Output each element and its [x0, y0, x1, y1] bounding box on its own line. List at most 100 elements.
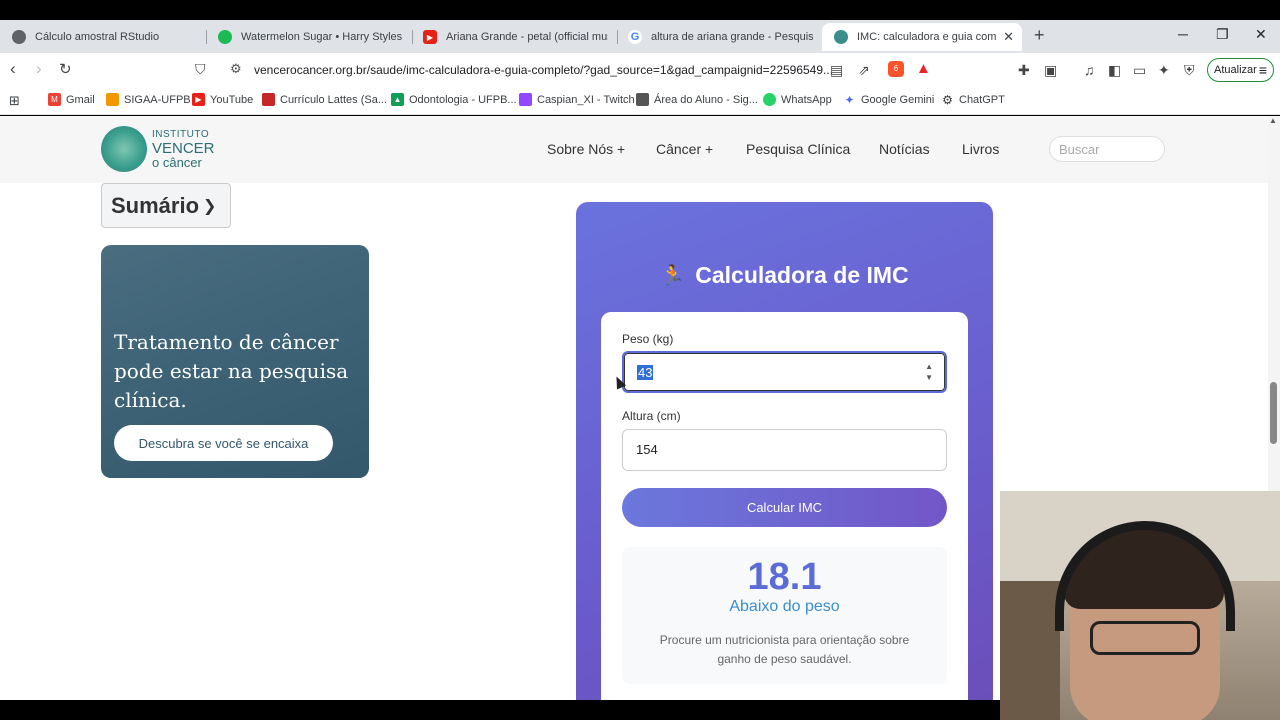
- chevron-down-icon: ❯: [203, 197, 217, 215]
- tab-youtube[interactable]: ▶ Ariana Grande - petal (official music: [411, 23, 616, 51]
- bookmark-area-aluno[interactable]: Área do Aluno - Sig...: [636, 93, 758, 106]
- logo-line-1: INSTITUTO: [152, 129, 210, 140]
- bmi-calculator: 🏃 Calculadora de IMC Peso (kg) 43 ▲ ▼ Alt…: [576, 202, 993, 700]
- webcam-overlay: [1000, 491, 1280, 720]
- bookmark-icon[interactable]: ⛉: [195, 61, 206, 78]
- nav-pesquisa-clinica[interactable]: Pesquisa Clínica: [746, 141, 850, 157]
- media-icon[interactable]: ♫: [1084, 62, 1095, 78]
- youtube-icon: ▶: [192, 93, 205, 106]
- promo-cta-button[interactable]: Descubra se você se encaixa: [114, 425, 333, 461]
- bookmark-chatgpt[interactable]: ⚙ ChatGPT: [941, 92, 1005, 107]
- restore-icon[interactable]: ❐: [1216, 26, 1229, 43]
- sidebar-icon[interactable]: ◧: [1108, 62, 1121, 79]
- webcam-shelf: [1000, 581, 1060, 720]
- brave-rewards-icon[interactable]: ▲: [916, 60, 931, 77]
- extensions-icon[interactable]: ✚: [1018, 62, 1030, 79]
- logo-line-2: VENCER: [152, 140, 215, 157]
- bmi-value: 18.1: [747, 556, 822, 598]
- nav-noticias[interactable]: Notícias: [879, 141, 930, 157]
- twitch-icon: [519, 93, 532, 106]
- spotify-icon: [218, 30, 232, 44]
- height-input[interactable]: 154: [622, 429, 947, 471]
- bmi-category: Abaixo do peso: [729, 598, 840, 615]
- bookmark-label: SIGAA-UFPB: [124, 93, 191, 106]
- brave-badge-count: 6: [893, 64, 899, 73]
- tab-title: Ariana Grande - petal (official music: [446, 31, 608, 43]
- sigaa-icon: [106, 93, 119, 106]
- share-icon[interactable]: ⇗: [858, 62, 870, 79]
- student-icon: [636, 93, 649, 106]
- vpn-icon[interactable]: ⛨: [1184, 62, 1195, 79]
- promo-headline: Tratamento de câncer pode estar na pesqu…: [114, 330, 349, 412]
- tab-title: Watermelon Sugar • Harry Styles: [241, 31, 403, 43]
- youtube-icon: ▶: [423, 30, 437, 44]
- scrollbar-thumb[interactable]: [1270, 382, 1277, 444]
- brave-shields-icon[interactable]: 6: [888, 61, 904, 77]
- apps-icon[interactable]: ⊞: [9, 93, 20, 109]
- summary-toggle[interactable]: Sumário ❯: [101, 183, 231, 228]
- bookmark-label: Gmail: [66, 93, 95, 106]
- bookmark-label: Currículo Lattes (Sa...: [280, 93, 387, 106]
- bookmark-label: Odontologia - UFPB...: [409, 93, 517, 106]
- chatgpt-icon: ⚙: [941, 92, 954, 107]
- bookmark-gemini[interactable]: ✦ Google Gemini: [843, 92, 934, 107]
- glasses-icon: [1090, 621, 1200, 655]
- calculate-bmi-button[interactable]: Calcular IMC: [622, 488, 947, 527]
- tab-rstudio[interactable]: Cálculo amostral RStudio: [0, 23, 205, 51]
- menu-icon[interactable]: ≡: [1259, 62, 1267, 78]
- url-text[interactable]: vencerocancer.org.br/saude/imc-calculado…: [254, 63, 833, 77]
- weight-input[interactable]: 43 ▲ ▼: [622, 351, 947, 393]
- bookmark-twitch[interactable]: Caspian_XI - Twitch: [519, 93, 635, 106]
- gmail-icon: M: [48, 93, 61, 106]
- reader-mode-icon[interactable]: ▤: [830, 62, 843, 79]
- runner-icon: 🏃: [660, 265, 686, 287]
- forward-icon[interactable]: ›: [36, 59, 42, 79]
- bookmark-sigaa[interactable]: SIGAA-UFPB: [106, 93, 191, 106]
- bookmark-label: Área do Aluno - Sig...: [654, 93, 758, 106]
- bookmark-label: WhatsApp: [781, 93, 832, 106]
- site-logo[interactable]: INSTITUTO VENCER o câncer: [152, 129, 215, 170]
- summary-label: Sumário: [111, 192, 200, 218]
- browser-toolbar: ‹ › ↻ ⛉ ⚙ vencerocancer.org.br/saude/imc…: [0, 53, 1280, 87]
- nav-cancer[interactable]: Câncer +: [656, 141, 713, 157]
- tab-spotify[interactable]: Watermelon Sugar • Harry Styles: [206, 23, 411, 51]
- site-search-input[interactable]: Buscar: [1049, 136, 1165, 162]
- logo-line-3: o câncer: [152, 155, 202, 170]
- screenshot-icon[interactable]: ▣: [1044, 62, 1057, 79]
- scroll-up-icon[interactable]: ▲: [1269, 116, 1277, 125]
- new-tab-icon[interactable]: +: [1034, 25, 1045, 46]
- height-label: Altura (cm): [622, 409, 681, 423]
- wallet-icon[interactable]: ▭: [1133, 62, 1146, 79]
- weight-value: 43: [637, 365, 654, 380]
- bookmark-whatsapp[interactable]: WhatsApp: [763, 93, 832, 106]
- clinical-research-promo: Tratamento de câncer pode estar na pesqu…: [101, 245, 369, 478]
- bookmark-youtube[interactable]: ▶ YouTube: [192, 93, 253, 106]
- calculator-form: Peso (kg) 43 ▲ ▼ Altura (cm) 154 Calcular…: [601, 312, 968, 700]
- tab-imc-active[interactable]: IMC: calculadora e guia complet ✕: [822, 23, 1022, 51]
- bookmark-label: Caspian_XI - Twitch: [537, 93, 635, 106]
- calculator-title-text: Calculadora de IMC: [695, 262, 909, 288]
- number-stepper-icon[interactable]: ▲ ▼: [925, 361, 933, 383]
- bookmark-gmail[interactable]: M Gmail: [48, 93, 95, 106]
- bookmark-odontologia[interactable]: ▲ Odontologia - UFPB...: [391, 93, 517, 106]
- bookmarks-bar: ⊞ M Gmail SIGAA-UFPB ▶ YouTube Currículo…: [0, 87, 1280, 115]
- tab-strip: Cálculo amostral RStudio Watermelon Suga…: [0, 20, 1280, 53]
- site-header: INSTITUTO VENCER o câncer Sobre Nós + Câ…: [0, 116, 1268, 183]
- minimize-icon[interactable]: ─: [1178, 26, 1188, 42]
- close-tab-icon[interactable]: ✕: [997, 29, 1014, 45]
- tab-google[interactable]: G altura de ariana grande - Pesquisa G: [616, 23, 821, 51]
- close-window-icon[interactable]: ✕: [1255, 26, 1267, 43]
- site-info-icon[interactable]: ⚙: [230, 61, 242, 77]
- reload-icon[interactable]: ↻: [59, 60, 72, 78]
- nav-sobre-nos[interactable]: Sobre Nós +: [547, 141, 625, 157]
- calculator-title: 🏃 Calculadora de IMC: [576, 262, 993, 289]
- update-button[interactable]: Atualizar ≡: [1207, 58, 1274, 82]
- logo-icon[interactable]: [101, 126, 147, 172]
- bmi-advice: Procure um nutricionista para orientação…: [659, 633, 910, 666]
- bookmark-lattes[interactable]: Currículo Lattes (Sa...: [262, 93, 387, 106]
- nav-livros[interactable]: Livros: [962, 141, 999, 157]
- google-icon: G: [628, 30, 642, 44]
- gemini-icon: ✦: [843, 92, 856, 107]
- back-icon[interactable]: ‹: [10, 59, 16, 79]
- leo-ai-icon[interactable]: ✦: [1158, 62, 1170, 79]
